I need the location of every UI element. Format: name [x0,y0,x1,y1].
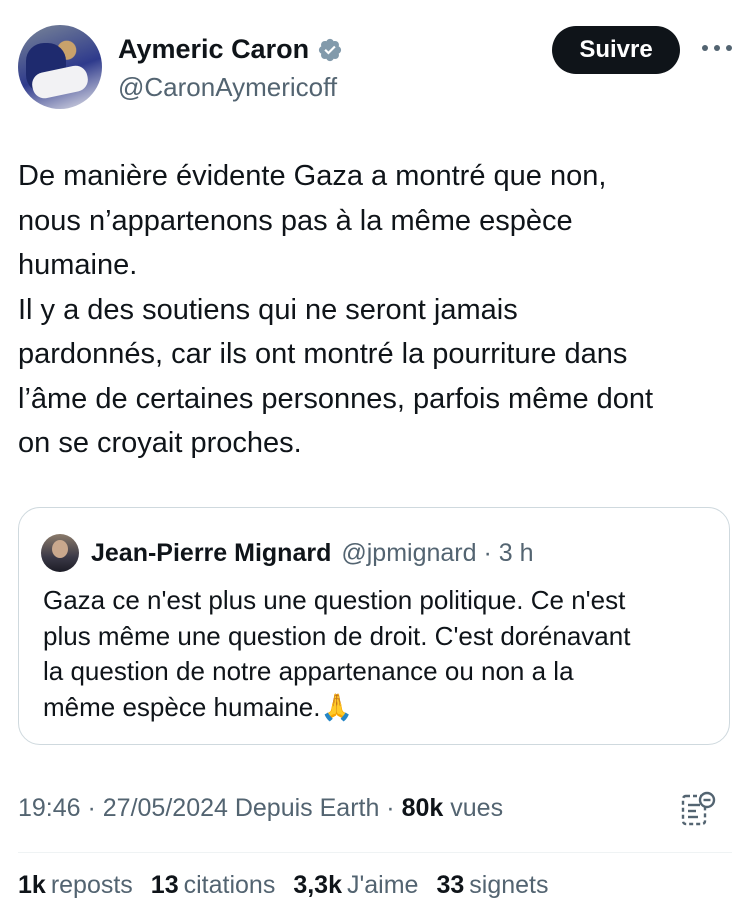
bookmarks-stat[interactable]: 33 signets [436,871,548,900]
tweet-text: De manière évidente Gaza a montré que no… [18,160,654,459]
quoted-tweet-text: Gaza ce n'est plus une question politiqu… [43,585,631,722]
views-label: vues [450,794,504,822]
likes-stat[interactable]: 3,3k J'aime [293,871,418,900]
quoted-author-avatar [41,534,79,572]
author-handle[interactable]: @CaronAymericoff [118,72,337,103]
tweet-header: Aymeric Caron @CaronAymericoff Suivre [18,22,732,112]
engagement-stats: 1k reposts 13 citations 3,3k J'aime 33 signe… [18,871,567,900]
quoted-author-handle-time: @jpmignard · 3 h [341,538,534,567]
quoted-author-name: Jean-Pierre Mignard [91,538,332,567]
divider [18,852,732,853]
follow-button[interactable]: Suivre [552,26,680,74]
quoted-tweet[interactable]: Jean-Pierre Mignard @jpmignard · 3 h Gaz… [18,507,730,745]
bookmark-icon[interactable] [680,790,716,828]
more-options-icon[interactable] [702,36,732,60]
tweet-timestamp-source[interactable]: 19:46 · 27/05/2024 Depuis Earth · [18,794,402,822]
tweet-meta: 19:46 · 27/05/2024 Depuis Earth · 80k vu… [18,794,503,823]
author-name-row: Aymeric Caron [118,34,343,65]
verified-badge-icon [318,38,342,61]
author-name[interactable]: Aymeric Caron [118,34,309,65]
author-avatar[interactable] [18,25,102,109]
quotes-stat[interactable]: 13 citations [151,871,276,900]
views-count: 80k [401,794,444,822]
quoted-tweet-header: Jean-Pierre Mignard @jpmignard · 3 h [41,534,534,572]
reposts-stat[interactable]: 1k reposts [18,871,133,900]
